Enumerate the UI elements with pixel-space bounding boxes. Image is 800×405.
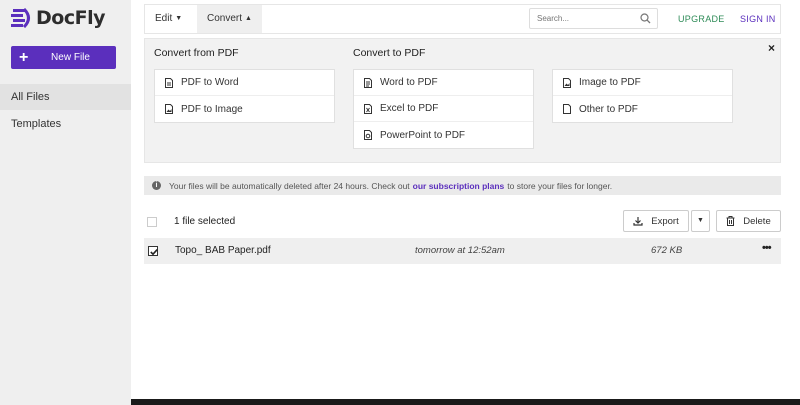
file-row-checkbox[interactable] xyxy=(148,246,158,256)
subscription-plans-link[interactable]: our subscription plans xyxy=(413,181,505,191)
selection-count: 1 file selected xyxy=(174,216,236,227)
search-box xyxy=(529,8,658,29)
image-file-icon xyxy=(165,104,173,114)
export-options-caret-icon[interactable]: ▼ xyxy=(691,210,710,232)
auto-delete-notice: i Your files will be automatically delet… xyxy=(144,176,781,195)
convert-from-pdf-heading: Convert from PDF xyxy=(154,47,239,59)
delete-button[interactable]: Delete xyxy=(716,210,781,232)
menu-item-label: Other to PDF xyxy=(579,103,638,115)
sidebar: DocFly + New File All Files Templates xyxy=(0,0,131,405)
word-file-icon xyxy=(364,77,372,88)
convert-dropdown-panel: × Convert from PDF Convert to PDF PDF to… xyxy=(144,38,781,163)
to-pdf-card-1: Word to PDF Excel to PDF PowerPoint to P… xyxy=(353,69,534,149)
menu-item-label: Excel to PDF xyxy=(380,103,439,114)
powerpoint-file-icon xyxy=(364,130,372,140)
notice-text-before: Your files will be automatically deleted… xyxy=(169,180,410,191)
top-toolbar: Edit▼ Convert▲ UPGRADE SIGN IN xyxy=(144,4,781,34)
document-icon xyxy=(563,104,571,114)
menu-item-label: PDF to Word xyxy=(181,77,239,88)
docfly-logo-icon xyxy=(11,8,30,28)
convert-menu-button[interactable]: Convert ▲ xyxy=(197,5,262,33)
menu-item-label: Word to PDF xyxy=(380,77,438,88)
sign-in-link[interactable]: SIGN IN xyxy=(740,5,776,33)
menu-item-excel-to-pdf[interactable]: Excel to PDF xyxy=(354,96,533,122)
menu-item-label: PowerPoint to PDF xyxy=(380,129,466,141)
delete-label: Delete xyxy=(743,215,771,227)
select-all-checkbox[interactable] xyxy=(147,217,157,227)
convert-label: Convert xyxy=(207,13,243,24)
file-size: 672 KB xyxy=(651,245,683,256)
download-icon xyxy=(633,217,643,226)
image-file-icon xyxy=(563,77,571,88)
close-icon[interactable]: × xyxy=(768,41,775,55)
main-area: Edit▼ Convert▲ UPGRADE SIGN IN × Convert… xyxy=(131,0,800,405)
bottom-bar xyxy=(131,399,800,405)
menu-item-image-to-pdf[interactable]: Image to PDF xyxy=(553,70,732,96)
edit-label: Edit xyxy=(155,13,173,24)
new-file-label: New File xyxy=(51,52,90,63)
convert-to-pdf-heading: Convert to PDF xyxy=(353,47,426,59)
from-pdf-card: PDF to Word PDF to Image xyxy=(154,69,335,123)
search-icon[interactable] xyxy=(640,13,651,24)
menu-item-label: Image to PDF xyxy=(579,77,641,88)
logo[interactable]: DocFly xyxy=(11,6,105,30)
checkmark-icon xyxy=(150,249,158,256)
menu-item-label: PDF to Image xyxy=(181,103,243,115)
menu-item-other-to-pdf[interactable]: Other to PDF xyxy=(553,96,732,122)
document-icon xyxy=(165,77,173,88)
notice-text-after: to store your files for longer. xyxy=(507,180,613,191)
menu-item-word-to-pdf[interactable]: Word to PDF xyxy=(354,70,533,96)
sidebar-item-templates[interactable]: Templates xyxy=(0,111,131,137)
caret-up-icon: ▲ xyxy=(245,15,252,22)
file-expiry-date: tomorrow at 12:52am xyxy=(415,245,505,256)
info-icon: i xyxy=(152,181,161,190)
file-name[interactable]: Topo_ BAB Paper.pdf xyxy=(175,245,271,256)
brand-name: DocFly xyxy=(36,7,105,29)
caret-down-icon: ▼ xyxy=(175,15,183,22)
menu-item-pdf-to-image[interactable]: PDF to Image xyxy=(155,96,334,122)
export-label: Export xyxy=(651,215,679,227)
plus-icon: + xyxy=(19,48,29,66)
menu-item-pdf-to-word[interactable]: PDF to Word xyxy=(155,70,334,96)
sidebar-item-all-files[interactable]: All Files xyxy=(0,84,131,110)
excel-file-icon xyxy=(364,103,372,114)
trash-icon xyxy=(726,216,735,226)
to-pdf-card-2: Image to PDF Other to PDF xyxy=(552,69,733,123)
file-row[interactable]: Topo_ BAB Paper.pdf tomorrow at 12:52am … xyxy=(144,238,781,264)
edit-menu-button[interactable]: Edit ▼ xyxy=(145,5,192,33)
more-options-icon[interactable]: ••• xyxy=(762,242,772,254)
search-input[interactable] xyxy=(530,9,630,28)
upgrade-link[interactable]: UPGRADE xyxy=(678,5,725,33)
menu-item-powerpoint-to-pdf[interactable]: PowerPoint to PDF xyxy=(354,122,533,148)
new-file-button[interactable]: + New File xyxy=(11,46,116,69)
export-button[interactable]: Export xyxy=(623,210,689,232)
